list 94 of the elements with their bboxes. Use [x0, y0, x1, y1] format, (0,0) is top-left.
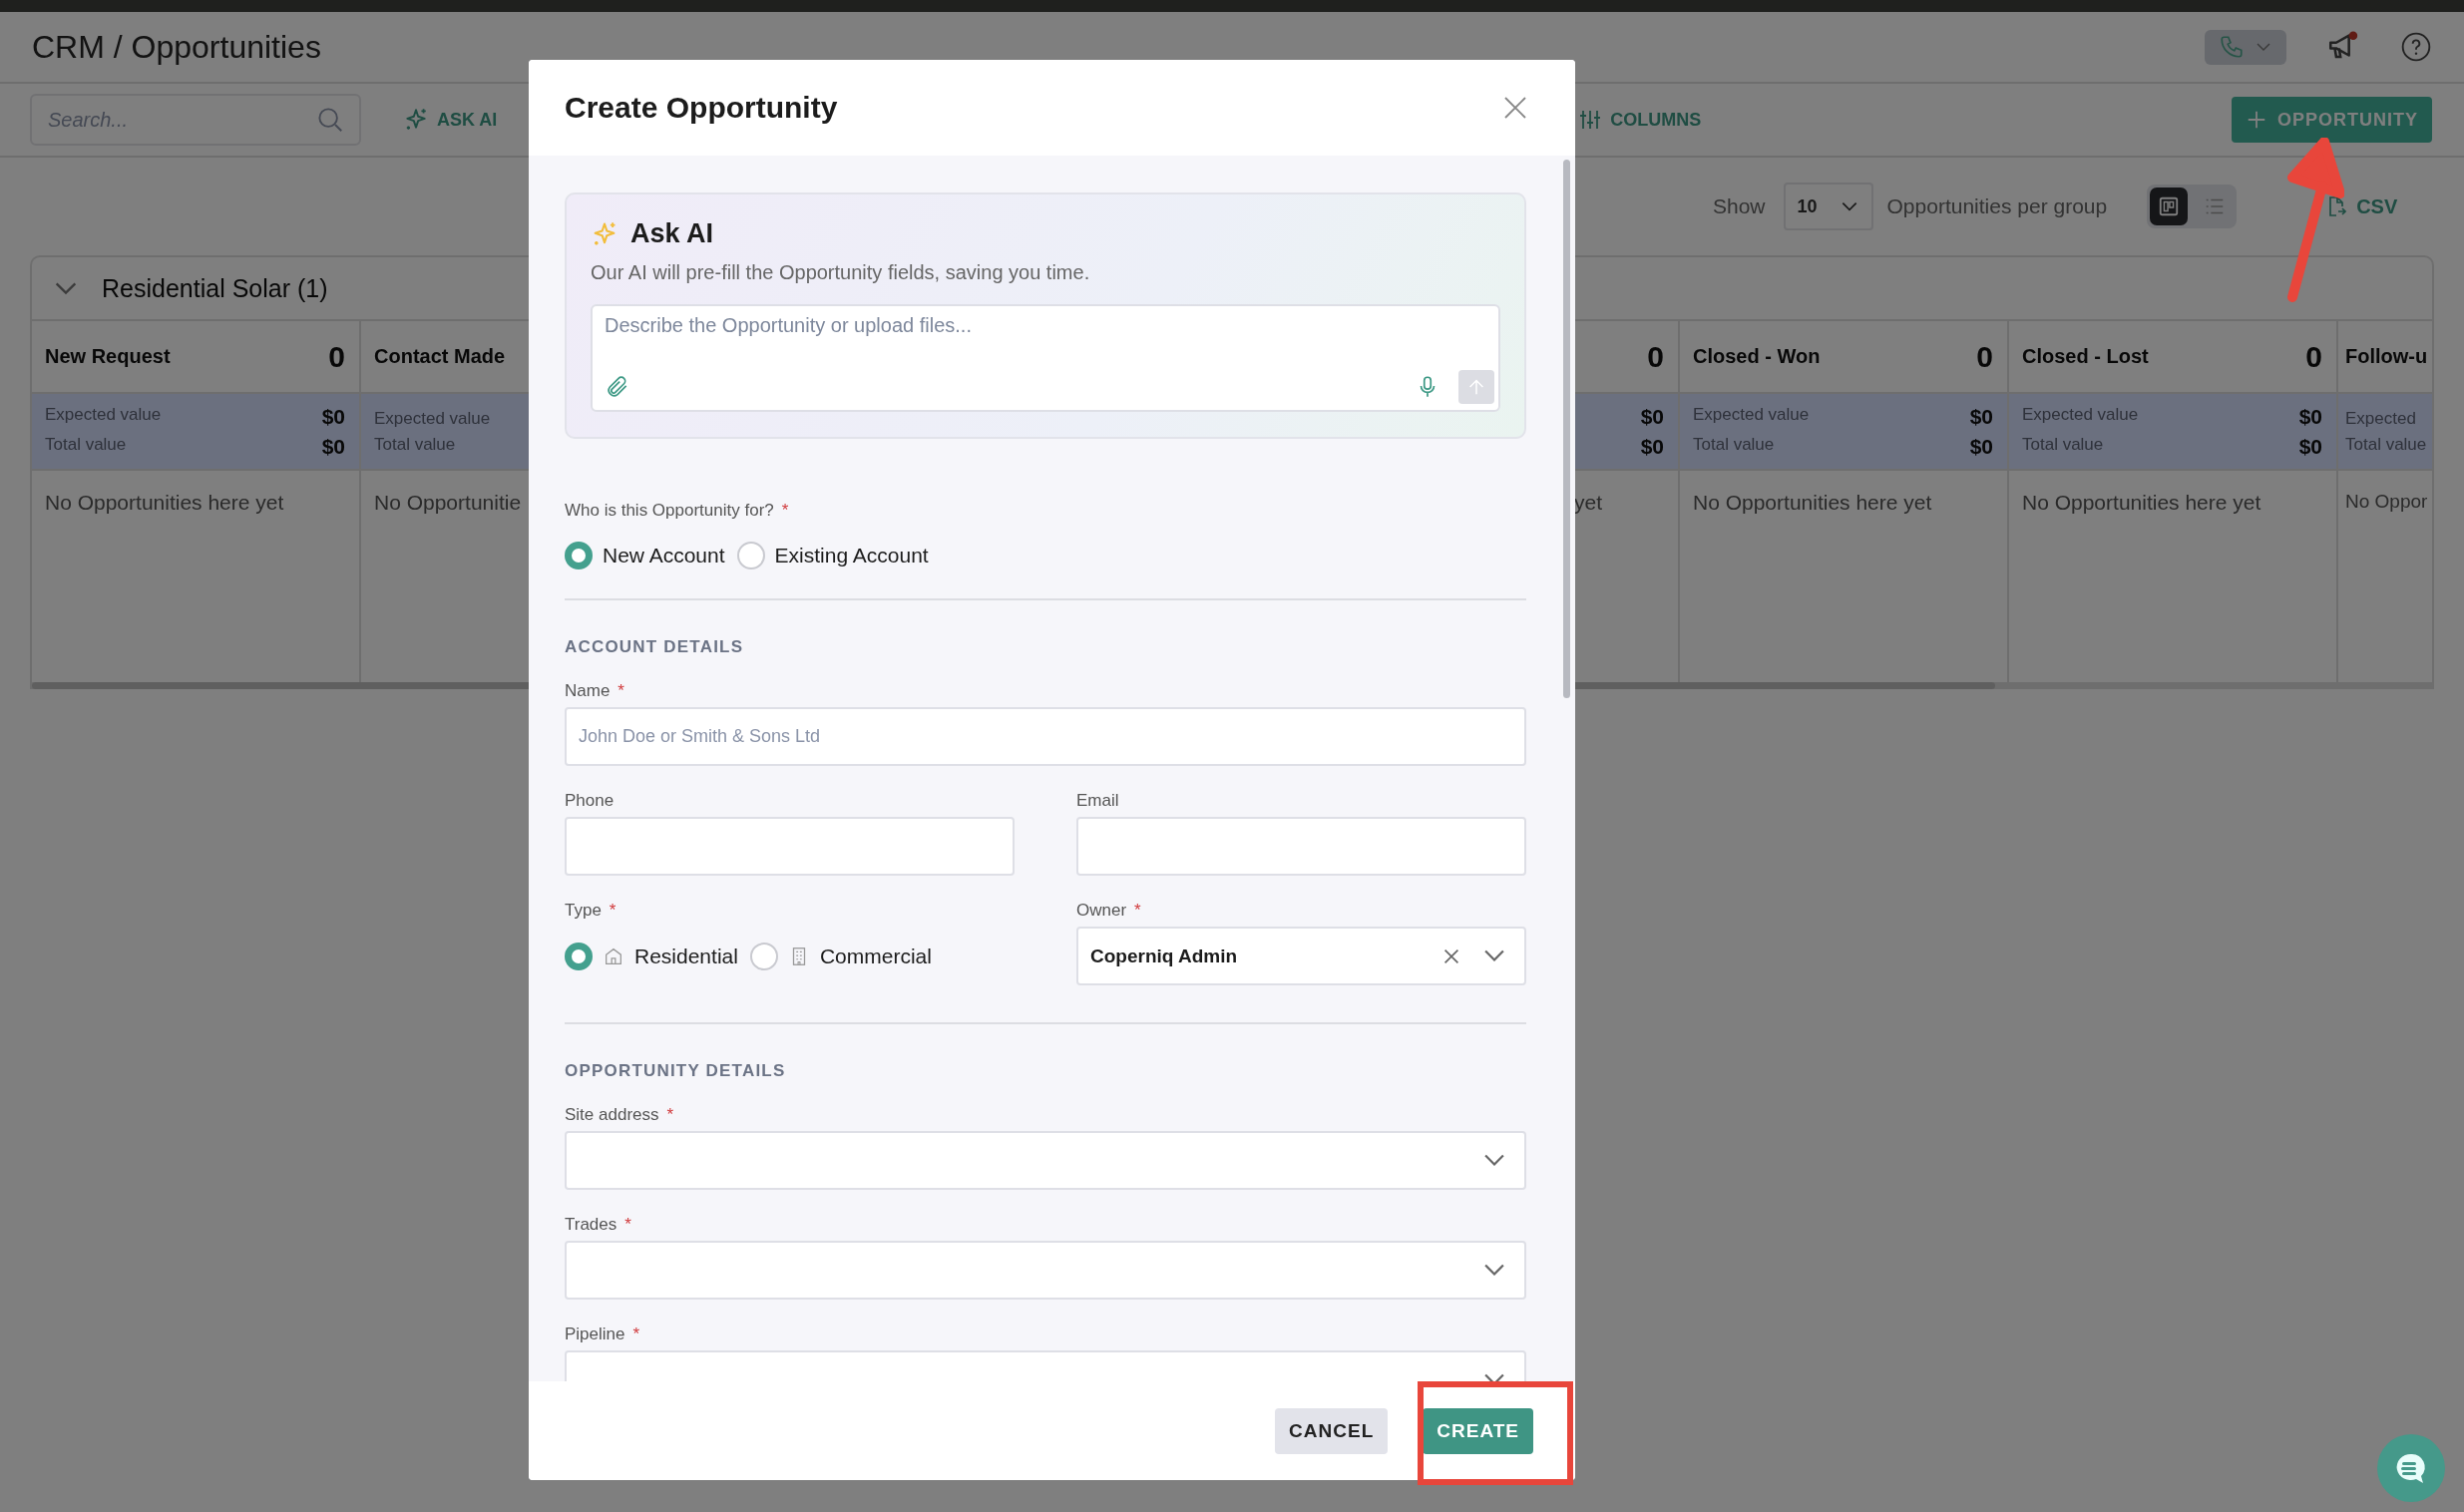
- stat-label: Total value: [45, 434, 127, 456]
- radio-button[interactable]: [736, 542, 765, 569]
- section-heading: OPPORTUNITY DETAILS: [565, 1062, 787, 1080]
- stat-label: Expected value: [2022, 404, 2139, 426]
- stat-value: $0: [1640, 434, 1664, 459]
- column-title: Contact Made: [374, 345, 506, 368]
- stat-value: $0: [321, 404, 345, 429]
- field-label: Name: [565, 681, 611, 701]
- field-label: Email: [1076, 791, 1119, 811]
- option-label: Residential: [634, 944, 738, 968]
- stat-label: Expected value: [45, 404, 162, 426]
- stat-label: Total value: [2022, 434, 2104, 456]
- page-size-select[interactable]: 10: [1783, 183, 1873, 230]
- empty-message: No Opportunities here yet: [45, 491, 284, 516]
- stat-value: $0: [1640, 404, 1664, 429]
- ask-ai-description: Our AI will pre-fill the Opportunity fields, saving you time.: [591, 261, 1091, 284]
- chevron-down-icon: [1484, 1154, 1504, 1166]
- create-button[interactable]: CREATE: [1423, 1407, 1533, 1454]
- search-field[interactable]: Search...: [46, 107, 315, 133]
- field-label: Site address: [565, 1105, 659, 1125]
- empty-message: No Opportunities here yet: [2022, 491, 2261, 516]
- board-icon: [2158, 195, 2181, 217]
- column-title: Closed - Lost: [2022, 345, 2149, 368]
- select-field[interactable]: Coperniq Admin: [1076, 927, 1526, 985]
- plus-icon: [2246, 109, 2267, 131]
- prompt-box[interactable]: Describe the Opportunity or upload files...: [591, 304, 1500, 412]
- stat-value: $0: [1969, 404, 1993, 429]
- text-field[interactable]: John Doe or Smith & Sons Ltd: [567, 709, 1524, 764]
- chevron-down-icon: [1484, 949, 1504, 961]
- column-title: New Request: [45, 345, 171, 368]
- search-box[interactable]: Search...: [30, 94, 361, 146]
- column-count: 0: [328, 339, 345, 374]
- field-label: Pipeline: [565, 1324, 625, 1344]
- column-title: Follow-u: [2345, 345, 2428, 368]
- group-title: Residential Solar (1): [102, 273, 328, 303]
- help-icon[interactable]: [2400, 31, 2432, 63]
- radio-button[interactable]: [749, 942, 778, 970]
- required-mark: *: [624, 1215, 631, 1235]
- stat-label: Expected value: [1693, 404, 1810, 426]
- column-count: 0: [1647, 339, 1664, 374]
- stat-label: Expected value: [374, 408, 491, 429]
- required-mark: *: [1134, 901, 1141, 921]
- stat-value: $0: [2298, 434, 2322, 459]
- field-label: Phone: [565, 791, 615, 811]
- board-view-button[interactable]: [2150, 188, 2189, 225]
- field-label: Type: [565, 901, 602, 921]
- cancel-button[interactable]: CANCEL: [1275, 1407, 1389, 1454]
- stat-label: Total value: [2345, 434, 2427, 455]
- dialog-title: Create Opportunity: [565, 91, 838, 125]
- option-label: Commercial: [819, 944, 932, 968]
- select-field[interactable]: [565, 1131, 1526, 1190]
- field-label: Owner: [1076, 901, 1127, 921]
- chevron-down-icon: [1484, 1264, 1504, 1276]
- field-label: Trades: [565, 1215, 617, 1235]
- page-title: CRM / Opportunities: [32, 28, 321, 66]
- required-mark: *: [632, 1324, 640, 1344]
- option-label: Existing Account: [774, 544, 929, 567]
- phone-button[interactable]: [2205, 29, 2286, 65]
- add-opportunity-button[interactable]: OPPORTUNITY: [2232, 97, 2432, 143]
- stat-label: Total value: [1693, 434, 1775, 456]
- radio-button[interactable]: [565, 542, 593, 569]
- sparkle-icon: [403, 107, 429, 133]
- select-field[interactable]: [565, 1241, 1526, 1300]
- empty-message: yet: [1574, 491, 1602, 516]
- column-count: 0: [2305, 339, 2322, 374]
- send-button[interactable]: [1458, 370, 1494, 404]
- required-mark: *: [609, 901, 616, 921]
- columns-button[interactable]: COLUMNS: [1578, 108, 1702, 132]
- required-mark: *: [666, 1105, 674, 1125]
- column-title: Closed - Won: [1693, 345, 1821, 368]
- prompt-field[interactable]: Describe the Opportunity or upload files...: [605, 314, 1494, 370]
- stat-label: Total value: [374, 434, 456, 455]
- stat-value: $0: [1969, 434, 1993, 459]
- ask-ai-title: Ask AI: [630, 218, 714, 249]
- required-mark: *: [617, 681, 624, 701]
- column-count: 0: [1976, 339, 1993, 374]
- section-heading: ACCOUNT DETAILS: [565, 638, 745, 656]
- csv-export-button[interactable]: CSV: [2324, 194, 2398, 218]
- empty-message: No Opportunitie: [374, 491, 522, 516]
- radio-button[interactable]: [565, 942, 593, 970]
- page-size-label: Opportunities per group: [1886, 194, 2108, 218]
- ask-ai-button[interactable]: ASK AI: [403, 107, 498, 133]
- phone-icon: [2219, 34, 2245, 60]
- stat-label: Expected: [2345, 408, 2416, 429]
- option-label: New Account: [603, 544, 725, 567]
- sliders-icon: [1578, 108, 1603, 132]
- show-label: Show: [1713, 194, 1766, 218]
- empty-message: No Opportunities here yet: [1693, 491, 1932, 516]
- stat-value: $0: [321, 434, 345, 459]
- scrollbar-thumb[interactable]: [1563, 160, 1570, 698]
- stat-value: $0: [2298, 404, 2322, 429]
- required-mark: *: [781, 501, 789, 521]
- field-label: Who is this Opportunity for?: [565, 501, 774, 521]
- empty-message: No Oppor: [2345, 491, 2428, 514]
